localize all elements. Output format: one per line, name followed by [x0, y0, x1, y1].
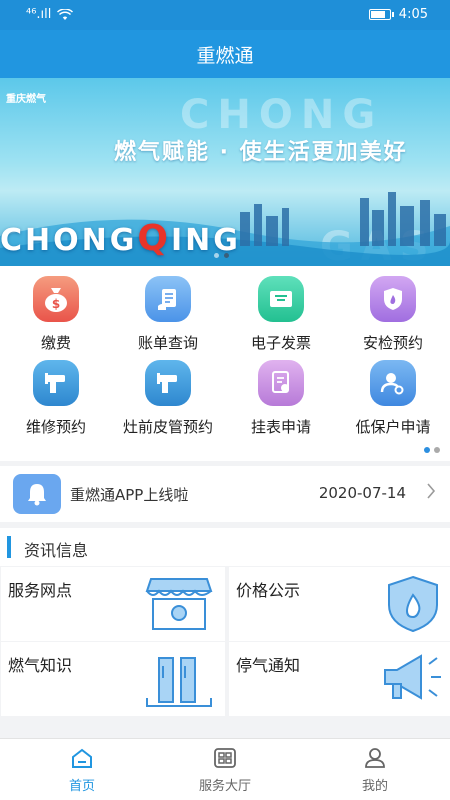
signal-icon: ⁴⁶.ıll [26, 7, 52, 22]
card-gas-knowledge[interactable]: 燃气知识 [1, 642, 225, 716]
section-accent-bar [7, 536, 11, 558]
service-e-invoice[interactable]: 电子发票 [225, 276, 337, 353]
battery-icon [368, 9, 394, 20]
service-label: 缴费 [40, 334, 71, 352]
user-search-icon [370, 360, 416, 406]
tab-profile[interactable]: 我的 [315, 747, 435, 794]
service-payment[interactable]: $ 缴费 [0, 276, 112, 353]
banner-city-text: CHONGQING [0, 218, 241, 259]
chevron-right-icon [426, 482, 436, 505]
announcement-text: 重燃通APP上线啦 [70, 486, 189, 504]
service-label: 账单查询 [137, 334, 198, 352]
carousel-dot [214, 253, 219, 258]
card-label: 服务网点 [8, 581, 73, 600]
announcement-date: 2020-07-14 [318, 484, 406, 502]
service-meter-application[interactable]: 挂表申请 [225, 360, 337, 437]
invoice-icon [258, 276, 304, 322]
bottom-tab-bar: 首页 服务大厅 我的 [0, 738, 450, 800]
price-shield-icon [388, 575, 438, 633]
card-gas-outage-notice[interactable]: 停气通知 [229, 642, 450, 716]
clock: 4:05 [398, 7, 428, 22]
wifi-icon [57, 8, 74, 20]
services-pager [424, 447, 440, 453]
services-grid: $ 缴费 账单查询 电子发票 安检预约 维修预约 灶前皮管预约 挂表申请 低保户… [0, 266, 450, 461]
service-label: 灶前皮管预约 [122, 418, 213, 436]
grid-icon [214, 748, 236, 768]
books-icon [146, 657, 212, 707]
brand-logo: 重庆燃气 [6, 94, 46, 105]
tab-label: 服务大厅 [198, 779, 251, 794]
service-repair[interactable]: 维修预约 [0, 360, 112, 437]
form-icon [258, 360, 304, 406]
tab-service-hall[interactable]: 服务大厅 [165, 747, 285, 794]
tab-label: 我的 [361, 779, 388, 794]
store-icon [145, 578, 213, 630]
drill-icon [145, 360, 191, 406]
pager-dot [434, 447, 440, 453]
carousel-dot-active [224, 253, 229, 258]
money-bag-icon: $ [33, 276, 79, 322]
service-low-income-application[interactable]: 低保户申请 [337, 360, 449, 437]
card-label: 价格公示 [236, 581, 301, 600]
pager-dot-active [424, 447, 430, 453]
service-label: 安检预约 [362, 334, 423, 352]
announcement-row[interactable]: 重燃通APP上线啦 2020-07-14 [0, 466, 450, 522]
service-hose-appointment[interactable]: 灶前皮管预约 [112, 360, 224, 437]
service-label: 低保户申请 [355, 418, 431, 436]
service-safety-check[interactable]: 安检预约 [337, 276, 449, 353]
shield-flame-icon [370, 276, 416, 322]
page-title: 重燃通 [196, 44, 254, 67]
bell-icon [13, 474, 61, 514]
home-icon [72, 748, 92, 768]
megaphone-icon [384, 654, 441, 700]
card-label: 燃气知识 [8, 656, 73, 675]
service-label: 挂表申请 [250, 418, 311, 436]
banner-slogan: 燃气赋能 · 使生活更加美好 [114, 140, 408, 165]
status-bar: ⁴⁶.ıll 4:05 [0, 0, 450, 30]
bill-icon [145, 276, 191, 322]
tab-label: 首页 [68, 779, 95, 794]
section-title: 资讯信息 [24, 541, 89, 560]
banner-ghost-text: CHONG [180, 92, 384, 138]
banner-carousel[interactable]: CHONG GAS 重庆燃气 燃气赋能 · 使生活更加美好 CHONGQING [0, 78, 450, 266]
tab-home[interactable]: 首页 [22, 747, 142, 794]
card-service-outlets[interactable]: 服务网点 [1, 567, 225, 641]
card-price-notice[interactable]: 价格公示 [229, 567, 450, 641]
svg-text:$: $ [52, 297, 60, 311]
carousel-indicator [214, 253, 229, 258]
service-label: 电子发票 [250, 334, 311, 352]
news-section-header: 资讯信息 [0, 528, 450, 566]
app-header: 重燃通 [0, 30, 450, 78]
service-label: 维修预约 [25, 418, 86, 436]
drill-icon [33, 360, 79, 406]
card-label: 停气通知 [236, 656, 301, 675]
service-bill-query[interactable]: 账单查询 [112, 276, 224, 353]
user-icon [365, 748, 385, 768]
